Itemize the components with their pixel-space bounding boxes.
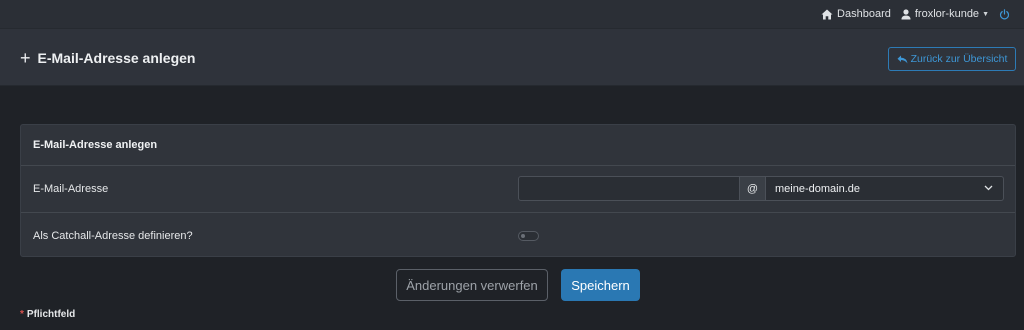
power-icon: [999, 8, 1010, 19]
required-text: Pflichtfeld: [26, 309, 76, 320]
page-header: + E-Mail-Adresse anlegen Zurück zur Über…: [0, 28, 1024, 85]
reply-arrow-icon: [897, 55, 908, 63]
dashboard-link[interactable]: Dashboard: [821, 8, 891, 20]
catchall-row: Als Catchall-Adresse definieren?: [21, 213, 1015, 259]
caret-down-icon: ▼: [982, 10, 989, 18]
discard-changes-button[interactable]: Änderungen verwerfen: [396, 269, 548, 301]
required-field-note: * Pflichtfeld: [20, 309, 75, 320]
logout-button[interactable]: [999, 8, 1014, 20]
dashboard-label: Dashboard: [837, 8, 891, 20]
user-icon: [901, 8, 911, 19]
email-input-group: @ meine-domain.de: [518, 176, 1004, 201]
toggle-knob: [521, 234, 525, 238]
domain-selected-value: meine-domain.de: [775, 182, 860, 195]
user-menu[interactable]: froxlor-kunde ▼: [901, 8, 989, 20]
catchall-toggle[interactable]: [518, 231, 539, 241]
chevron-down-icon: [984, 185, 993, 191]
email-form-card: E-Mail-Adresse anlegen E-Mail-Adresse @ …: [20, 124, 1016, 257]
domain-select[interactable]: meine-domain.de: [766, 176, 1004, 201]
save-button[interactable]: Speichern: [561, 269, 640, 301]
top-nav: Dashboard froxlor-kunde ▼: [821, 0, 1024, 28]
top-navbar: Dashboard froxlor-kunde ▼: [0, 0, 1024, 28]
user-label: froxlor-kunde: [914, 8, 980, 20]
card-title: E-Mail-Adresse anlegen: [21, 125, 1015, 166]
back-to-overview-button[interactable]: Zurück zur Übersicht: [888, 47, 1016, 71]
at-sign-addon: @: [740, 176, 766, 201]
email-row: E-Mail-Adresse @ meine-domain.de: [21, 166, 1015, 213]
home-icon: [821, 9, 833, 19]
page-title-text: E-Mail-Adresse anlegen: [37, 50, 196, 66]
plus-icon: +: [20, 48, 31, 68]
email-local-part-input[interactable]: [518, 176, 740, 201]
required-marker: *: [20, 309, 24, 320]
catchall-label: Als Catchall-Adresse definieren?: [33, 230, 193, 242]
page-title: + E-Mail-Adresse anlegen: [20, 48, 196, 68]
back-button-label: Zurück zur Übersicht: [910, 53, 1008, 65]
email-label: E-Mail-Adresse: [33, 183, 109, 195]
